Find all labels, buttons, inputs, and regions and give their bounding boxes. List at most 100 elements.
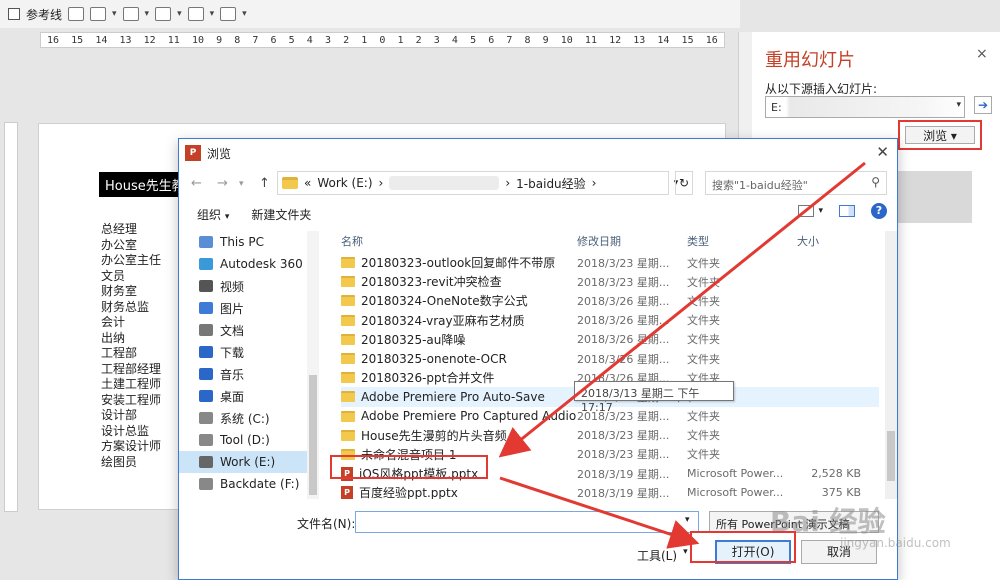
new-folder-button[interactable]: 新建文件夹 (251, 206, 311, 223)
folder-icon (341, 391, 355, 403)
column-date[interactable]: 修改日期 (577, 233, 687, 253)
column-size[interactable]: 大小 (797, 233, 861, 253)
nav-item[interactable]: 图片 (199, 297, 319, 319)
up-arrow-icon[interactable]: ↑ (259, 176, 270, 191)
chevron-down-icon[interactable]: ▾ (685, 515, 690, 525)
close-icon[interactable]: × (976, 46, 988, 62)
nav-item[interactable]: 文档 (199, 319, 319, 341)
chevron-down-icon[interactable]: ▾ (956, 100, 961, 110)
align-icon[interactable] (187, 7, 204, 21)
file-date: 2018/3/26 星期... (577, 352, 670, 366)
file-row[interactable]: House先生漫剪的片头音频 2018/3/23 星期... 文件夹 (341, 426, 879, 445)
list-scroll-thumb[interactable] (887, 431, 895, 481)
breadcrumb-sep[interactable]: › (505, 176, 510, 190)
file-row[interactable]: 20180325-onenote-OCR 2018/3/26 星期... 文件夹 (341, 349, 879, 368)
breadcrumb-drive[interactable]: Work (E:) (317, 176, 372, 190)
file-row[interactable]: P 百度经验ppt.pptx 2018/3/19 星期... Microsoft Po… (341, 483, 879, 499)
breadcrumb-sep[interactable]: › (379, 176, 384, 190)
nav-item[interactable]: Work (E:) (179, 451, 319, 473)
drive-icon (199, 258, 213, 270)
nav-item-label: Backdate (F:) (220, 477, 300, 491)
select-icon[interactable] (90, 7, 107, 21)
ruler-tick: 15 (681, 34, 694, 46)
nav-scroll-thumb[interactable] (309, 375, 317, 495)
file-row[interactable]: 20180323-outlook回复邮件不带原 2018/3/23 星期... 文件… (341, 253, 879, 272)
folder-icon (282, 177, 298, 189)
nav-item[interactable]: Autodesk 360 (199, 253, 319, 275)
nav-item[interactable]: 音乐 (199, 363, 319, 385)
list-scrollbar[interactable] (885, 231, 897, 499)
close-icon[interactable]: ✕ (876, 143, 889, 161)
nav-item[interactable]: 桌面 (199, 385, 319, 407)
file-name-cell: 20180323-revit冲突检查 (341, 273, 577, 290)
nav-item[interactable]: 视频 (199, 275, 319, 297)
arrange-icon[interactable] (155, 7, 172, 21)
dialog-titlebar[interactable]: P 浏览 (179, 139, 897, 167)
shape-icon[interactable] (122, 7, 139, 21)
nav-item[interactable]: 下载 (199, 341, 319, 363)
drive-icon (199, 280, 213, 292)
ruler-tick: 7 (506, 34, 513, 46)
address-bar[interactable]: « Work (E:) › › 1-baidu经验 › (277, 171, 669, 195)
organize-button[interactable]: 组织 ▾ (197, 206, 229, 223)
column-type[interactable]: 类型 (687, 233, 797, 253)
file-date: 2018/3/23 星期... (577, 448, 670, 462)
file-name: 20180324-OneNote数字公式 (361, 294, 528, 309)
drive-icon (199, 390, 213, 402)
layout-icon[interactable] (220, 7, 237, 21)
arrow-right-icon[interactable]: ➔ (974, 96, 992, 114)
nav-item[interactable]: Backdate (F:) (199, 473, 319, 495)
guides-checkbox[interactable] (8, 8, 20, 20)
ruler-tick: 6 (488, 34, 495, 46)
nav-item[interactable]: 系统 (C:) (199, 407, 319, 429)
file-row[interactable]: 20180323-revit冲突检查 2018/3/23 星期... 文件夹 (341, 272, 879, 291)
more-icon[interactable]: ▾ (242, 9, 247, 19)
breadcrumb-sep[interactable]: › (592, 176, 597, 190)
org-item: 安装工程师 (101, 392, 162, 407)
tools-button[interactable]: 工具(L) ▾ (637, 547, 688, 564)
file-name-cell: House先生漫剪的片头音频 (341, 427, 577, 444)
file-row[interactable]: 20180325-au降噪 2018/3/26 星期... 文件夹 (341, 330, 879, 349)
ruler-tick: 3 (433, 34, 440, 46)
source-path-input[interactable]: E: ▾ (765, 96, 965, 118)
chevron-down-icon[interactable]: ▾ (210, 9, 215, 19)
back-arrow-icon[interactable]: ← (191, 176, 202, 191)
column-name[interactable]: 名称 (341, 233, 577, 253)
nav-item[interactable]: Tool (D:) (199, 429, 319, 451)
slide-title[interactable]: House先生教 (99, 172, 191, 197)
ruler-tick: 11 (584, 34, 597, 46)
file-date: 2018/3/23 星期... (577, 275, 670, 289)
filename-input[interactable] (355, 511, 699, 533)
chevron-down-icon[interactable]: ▾ (145, 9, 150, 19)
search-icon[interactable]: ⚲ (871, 175, 880, 189)
gridlines-icon[interactable] (68, 7, 85, 21)
file-row[interactable]: 20180324-vray亚麻布艺材质 2018/3/26 星期... 文件夹 (341, 311, 879, 330)
chevron-down-icon[interactable]: ▾ (177, 9, 182, 19)
help-icon[interactable]: ? (871, 203, 887, 219)
preview-pane-icon[interactable] (839, 205, 855, 217)
breadcrumb-folder[interactable]: 1-baidu经验 (516, 175, 586, 192)
nav-item-label: 系统 (C:) (220, 411, 270, 426)
browse-button[interactable]: 浏览 ▾ (905, 126, 975, 144)
nav-item-label: 桌面 (220, 389, 245, 404)
ruler-tick: 9 (216, 34, 223, 46)
ruler-tick: 10 (560, 34, 573, 46)
search-input[interactable]: 搜索"1-baidu经验" ⚲ (705, 171, 887, 195)
view-button[interactable]: ▾ (798, 205, 823, 217)
file-name: House先生漫剪的片头音频 (361, 428, 507, 443)
nav-scrollbar[interactable] (307, 231, 319, 499)
file-name: 20180324-vray亚麻布艺材质 (361, 313, 525, 328)
file-type: 文件夹 (687, 275, 720, 289)
breadcrumb-overflow[interactable]: « (304, 176, 311, 190)
chevron-down-icon[interactable]: ▾ (112, 9, 117, 19)
file-row[interactable]: 20180324-OneNote数字公式 2018/3/26 星期... 文件夹 (341, 291, 879, 310)
ribbon-toolbar: 参考线 ▾ ▾ ▾ ▾ ▾ (0, 0, 740, 28)
forward-arrow-icon[interactable]: → (217, 176, 228, 191)
ruler-tick: 4 (306, 34, 313, 46)
refresh-icon[interactable]: ↻ (675, 171, 693, 195)
org-item: 文员 (101, 268, 126, 283)
ruler-tick: 10 (191, 34, 204, 46)
chevron-down-icon[interactable]: ▾ (239, 179, 244, 189)
nav-item[interactable]: This PC (199, 231, 319, 253)
chevron-down-icon: ▾ (818, 206, 823, 216)
